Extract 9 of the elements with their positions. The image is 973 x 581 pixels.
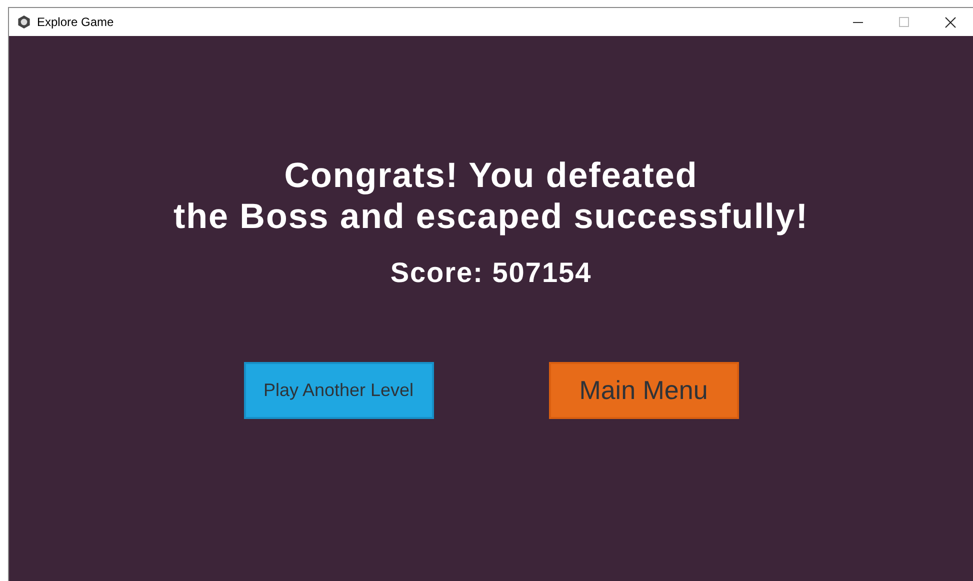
headline-text: Congrats! You defeated [284, 155, 698, 196]
play-button[interactable]: Play Another Level [244, 362, 434, 419]
score-text: Score: 507154 [390, 256, 592, 290]
app-icon [17, 15, 31, 29]
close-icon [944, 16, 956, 28]
main-menu-button[interactable]: Main Menu [548, 362, 738, 419]
window-title: Explore Game [37, 14, 114, 31]
maximize-icon [899, 17, 909, 27]
headline-text: the Boss and escaped successfully! [173, 196, 809, 237]
